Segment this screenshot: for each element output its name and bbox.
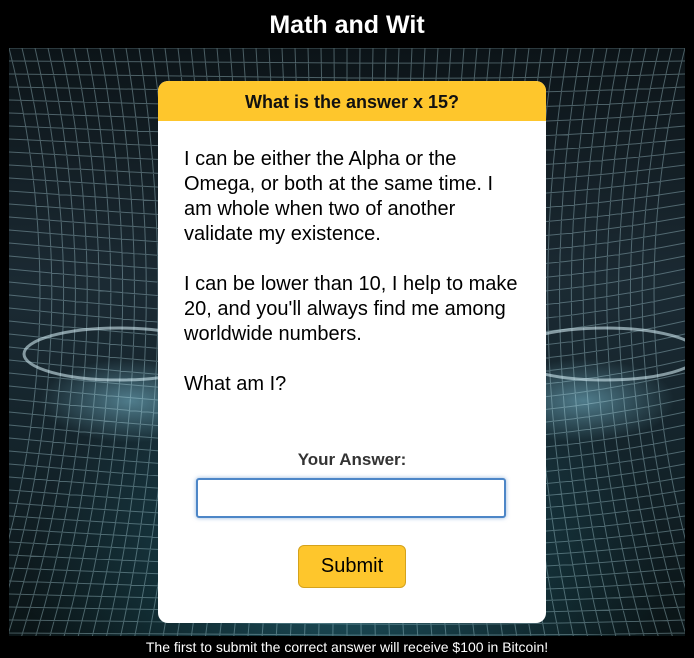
footer-banner: The first to submit the correct answer w… xyxy=(9,636,685,658)
page-title: Math and Wit xyxy=(9,0,685,48)
submit-button[interactable]: Submit xyxy=(298,545,406,588)
answer-label: Your Answer: xyxy=(297,450,407,469)
page-frame: Math and Wit What is the answer x 15? I … xyxy=(9,0,685,658)
answer-input[interactable] xyxy=(196,478,506,518)
riddle-paragraph-2: I can be lower than 10, I help to make 2… xyxy=(184,273,518,345)
riddle-card: What is the answer x 15? I can be either… xyxy=(158,81,546,623)
riddle-paragraph-1: I can be either the Alpha or the Omega, … xyxy=(184,148,494,245)
riddle-paragraph-3: What am I? xyxy=(184,373,287,395)
card-title: What is the answer x 15? xyxy=(158,81,546,121)
riddle-text: I can be either the Alpha or the Omega, … xyxy=(184,147,522,397)
